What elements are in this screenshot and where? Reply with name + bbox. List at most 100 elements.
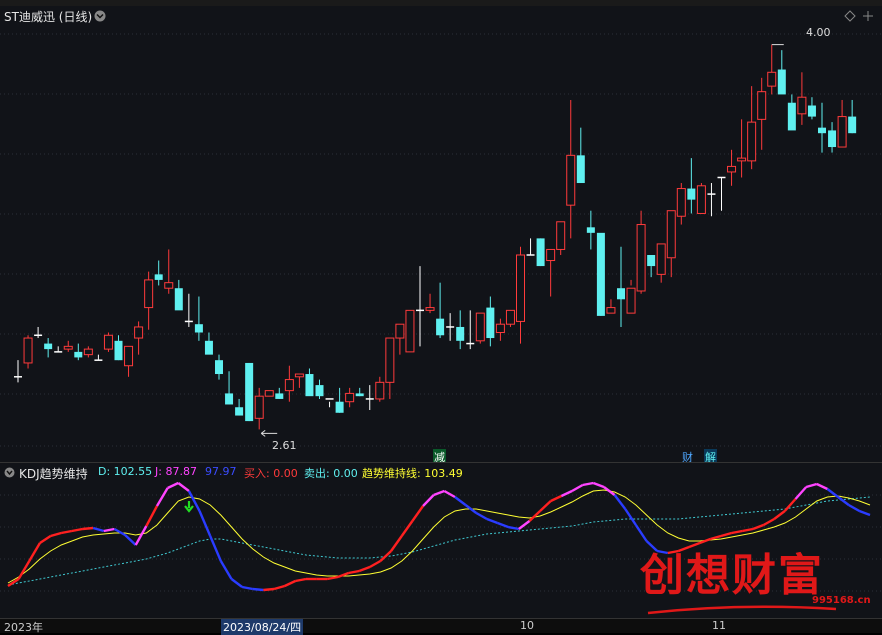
candle-body (225, 393, 234, 405)
candle (536, 238, 545, 267)
k-line-segment (539, 500, 552, 512)
k-line-segment (28, 542, 41, 562)
candle-body (475, 312, 485, 342)
candle-body (436, 318, 445, 336)
candle (737, 119, 747, 178)
candle (416, 266, 424, 347)
candle (596, 232, 605, 316)
k-line-segment (433, 489, 445, 497)
candle-body (294, 373, 304, 378)
k-line-segment (358, 565, 371, 573)
candle (94, 354, 103, 361)
candle (355, 387, 364, 397)
candle (284, 365, 294, 402)
candle (526, 238, 535, 256)
k-line-segment (816, 482, 828, 491)
candle (164, 249, 174, 294)
low-marker-arrow (260, 429, 278, 437)
k-line-segment (263, 587, 275, 592)
k-line-segment (507, 525, 520, 531)
candle-body (355, 393, 364, 397)
candle-body (235, 407, 244, 416)
k-line-segment (209, 535, 222, 562)
candle-body (103, 334, 113, 350)
candle-body (264, 390, 274, 397)
k-line-segment (177, 482, 190, 492)
k-line-segment (348, 569, 360, 575)
k-line-segment (71, 527, 83, 533)
candle-body (345, 392, 355, 403)
k-line-segment (390, 535, 403, 552)
candle-body (556, 221, 566, 250)
candle (696, 183, 706, 214)
candle-body (83, 348, 93, 356)
candle (636, 210, 646, 294)
candle-body (315, 385, 324, 397)
k-line-segment (592, 481, 605, 489)
candle-body (194, 324, 203, 333)
k-line-segment (155, 487, 169, 507)
candle (707, 183, 716, 217)
candle-body (425, 307, 435, 311)
k-line-segment (230, 578, 243, 588)
candle (475, 312, 485, 344)
candle-body (385, 337, 395, 383)
candle (797, 72, 807, 125)
k-line-segment (613, 494, 627, 510)
candle-body (576, 155, 585, 184)
k-line-segment (167, 481, 179, 490)
axis-label-year: 2023年 (4, 621, 43, 634)
candle (626, 279, 636, 314)
k-line-segment (731, 529, 743, 535)
candle (436, 282, 445, 339)
candle-body (696, 185, 706, 214)
candle (144, 271, 154, 330)
candle (687, 158, 696, 214)
k-line-segment (219, 560, 233, 580)
candle (848, 99, 857, 134)
candle-body (687, 188, 696, 200)
candle (54, 346, 63, 353)
candle (225, 371, 234, 405)
candle-body (245, 362, 254, 422)
candle (767, 44, 777, 95)
candle-body (305, 374, 314, 397)
k-line-segment (134, 525, 148, 546)
candle (114, 335, 123, 361)
axis-label-november: 11 (712, 619, 726, 632)
candle-body (757, 91, 767, 120)
candle-body (536, 238, 545, 267)
candle-body (516, 254, 525, 322)
candle (154, 260, 163, 286)
candle (174, 279, 183, 311)
candle (516, 246, 525, 344)
k-line-segment (497, 521, 509, 529)
candle-body (666, 210, 676, 259)
candle (586, 210, 595, 250)
candle (556, 221, 566, 255)
candle-body (134, 326, 144, 339)
candle-body (626, 287, 636, 314)
high-price-label: 4.00 (806, 26, 831, 39)
candle-body (164, 282, 174, 289)
candle (466, 310, 475, 350)
candle (606, 299, 616, 314)
k-line-segment (624, 508, 637, 526)
candle (204, 332, 213, 355)
candle (264, 390, 274, 397)
candle-body (837, 116, 847, 148)
k-line-segment (486, 517, 498, 525)
watermark-url: 995168.cn (812, 595, 871, 606)
candle (727, 149, 737, 186)
k-line-segment (858, 509, 871, 517)
candle-body (828, 130, 837, 148)
candle-body (787, 102, 796, 131)
candle-body (596, 232, 605, 316)
candle (325, 398, 334, 408)
candle (405, 309, 415, 353)
candle-body (335, 401, 344, 413)
axis-label-cursor-date[interactable]: 2023/08/24/四 (221, 619, 304, 635)
candle (757, 77, 767, 150)
candle (63, 340, 73, 352)
candle-body (797, 96, 807, 115)
